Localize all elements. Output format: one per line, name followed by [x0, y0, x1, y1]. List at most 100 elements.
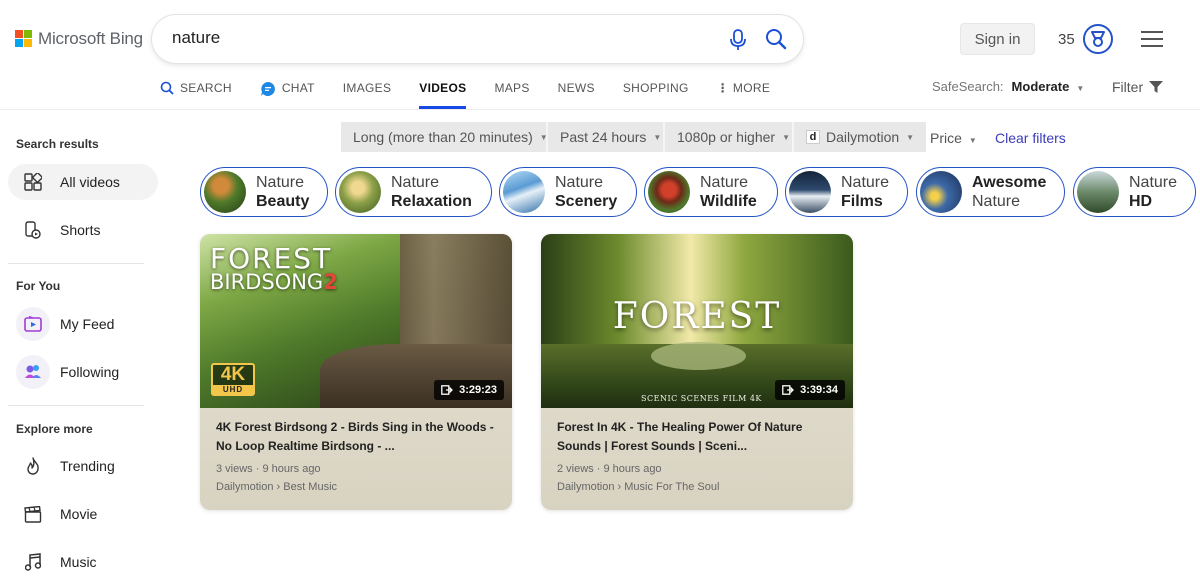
related-line2: Nature — [972, 193, 1021, 210]
tab-shopping[interactable]: SHOPPING — [623, 78, 689, 109]
video-title[interactable]: Forest In 4K - The Healing Power Of Natu… — [557, 418, 842, 456]
search-input[interactable] — [172, 28, 712, 48]
sidebar-item-label: Music — [60, 554, 97, 570]
video-thumbnail[interactable]: FOREST SCENIC SCENES FILM 4K 3:39:34 — [541, 234, 853, 408]
tab-search[interactable]: SEARCH — [160, 78, 232, 109]
related-chip-nature-scenery[interactable]: Nature Scenery — [499, 167, 637, 217]
microphone-icon[interactable] — [729, 29, 747, 51]
rewards-points[interactable]: 35 — [1058, 31, 1075, 48]
tab-label: SEARCH — [180, 81, 232, 95]
date-filter-dropdown[interactable]: Past 24 hours ▼ — [546, 122, 674, 152]
related-line1: Nature — [1129, 174, 1178, 191]
sidebar-item-all-videos[interactable]: All videos — [8, 164, 158, 200]
price-filter-label: Price — [930, 130, 962, 146]
related-thumbnail — [204, 171, 246, 213]
video-card[interactable]: FOREST SCENIC SCENES FILM 4K 3:39:34 For… — [541, 234, 853, 510]
video-thumbnail[interactable]: FOREST BIRDSONG2 4K UHD 3:29:23 — [200, 234, 512, 408]
flame-icon — [16, 449, 50, 483]
safesearch-value: Moderate — [1011, 79, 1070, 94]
sidebar-item-my-feed[interactable]: My Feed — [8, 306, 158, 342]
length-filter-value: Long (more than 20 minutes) — [353, 129, 533, 145]
sidebar-item-label: Movie — [60, 506, 98, 522]
sidebar-item-label: All videos — [60, 174, 120, 190]
chevron-down-icon: ▼ — [968, 136, 977, 145]
shorts-icon — [16, 213, 50, 247]
sidebar-item-movie[interactable]: Movie — [8, 496, 158, 532]
tab-maps[interactable]: MAPS — [494, 78, 529, 109]
tab-chat[interactable]: CHAT — [260, 78, 315, 109]
safesearch-dropdown[interactable]: SafeSearch: Moderate ▼ — [932, 79, 1084, 94]
video-meta: 2 views · 9 hours ago — [557, 463, 662, 475]
tab-more[interactable]: ⋮ MORE — [717, 78, 771, 109]
video-title[interactable]: 4K Forest Birdsong 2 - Birds Sing in the… — [216, 418, 501, 456]
related-line2: Scenery — [555, 193, 618, 210]
related-line2: Beauty — [256, 193, 310, 210]
related-line1: Nature — [555, 174, 604, 191]
music-note-icon — [16, 545, 50, 579]
tab-label: MORE — [732, 81, 771, 95]
sign-in-button[interactable]: Sign in — [960, 23, 1035, 55]
tab-images[interactable]: IMAGES — [343, 78, 391, 109]
sidebar-item-music[interactable]: Music — [8, 544, 158, 580]
video-meta: 3 views · 9 hours ago — [216, 463, 321, 475]
source-filter-dropdown[interactable]: d Dailymotion ▼ — [792, 122, 927, 152]
microsoft-logo-icon — [15, 30, 33, 48]
sidebar-item-trending[interactable]: Trending — [8, 448, 158, 484]
tab-videos[interactable]: VIDEOS — [419, 78, 467, 109]
external-link-icon — [441, 385, 453, 395]
hamburger-menu-icon[interactable] — [1141, 31, 1163, 47]
related-chip-awesome-nature[interactable]: Awesome Nature — [916, 167, 1065, 217]
related-chip-nature-films[interactable]: Nature Films — [785, 167, 908, 217]
video-card[interactable]: FOREST BIRDSONG2 4K UHD 3:29:23 4K Fores… — [200, 234, 512, 510]
thumbnail-caption: SCENIC SCENES FILM 4K — [641, 394, 762, 403]
video-duration: 3:39:34 — [775, 380, 845, 400]
related-chip-nature-beauty[interactable]: Nature Beauty — [200, 167, 328, 217]
tab-news[interactable]: NEWS — [558, 78, 595, 109]
clapperboard-icon — [16, 497, 50, 531]
following-icon — [16, 355, 50, 389]
tab-label: MAPS — [494, 81, 530, 95]
related-thumbnail — [920, 171, 962, 213]
thumbnail-subtitle: BIRDSONG2 — [210, 270, 338, 294]
related-line1: Nature — [700, 174, 749, 191]
video-source: Dailymotion › Best Music — [216, 481, 338, 493]
rewards-medal-icon[interactable] — [1082, 23, 1114, 55]
related-line2: Films — [841, 193, 883, 210]
sidebar-item-shorts[interactable]: Shorts — [8, 212, 158, 248]
related-chip-nature-wildlife[interactable]: Nature Wildlife — [644, 167, 778, 217]
clear-filters-link[interactable]: Clear filters — [995, 130, 1066, 146]
sidebar-divider — [8, 405, 144, 406]
filter-button[interactable]: Filter — [1112, 79, 1164, 95]
related-line1: Nature — [391, 174, 440, 191]
dailymotion-icon: d — [806, 130, 820, 144]
search-icon — [160, 81, 174, 95]
sidebar-item-label: Shorts — [60, 222, 101, 238]
tab-label: SHOPPING — [622, 81, 689, 95]
related-line1: Nature — [256, 174, 305, 191]
sidebar-divider — [8, 263, 144, 264]
related-thumbnail — [1077, 171, 1119, 213]
sidebar-heading-for-you: For You — [16, 279, 61, 293]
length-filter-dropdown[interactable]: Long (more than 20 minutes) ▼ — [341, 122, 560, 152]
video-source: Dailymotion › Music For The Soul — [557, 481, 720, 493]
bing-logo[interactable]: Microsoft Bing — [15, 29, 143, 49]
resolution-filter-dropdown[interactable]: 1080p or higher ▼ — [663, 122, 802, 152]
copilot-chat-icon — [260, 81, 276, 97]
search-box — [152, 15, 803, 63]
grid-icon — [16, 165, 50, 199]
chevron-down-icon: ▼ — [653, 132, 662, 142]
magnifier-icon[interactable] — [765, 28, 787, 50]
sidebar-heading-explore-more: Explore more — [16, 422, 93, 436]
source-filter-value: Dailymotion — [826, 129, 900, 145]
price-filter-dropdown[interactable]: Price ▼ — [930, 130, 977, 146]
related-chip-nature-hd[interactable]: Nature HD — [1073, 167, 1196, 217]
thumbnail-title: FOREST — [612, 296, 782, 337]
sidebar-item-following[interactable]: Following — [8, 354, 158, 390]
chevron-down-icon: ▼ — [782, 132, 790, 142]
sidebar-item-label: Following — [60, 364, 120, 380]
related-chip-nature-relaxation[interactable]: Nature Relaxation — [335, 167, 492, 217]
tab-label: IMAGES — [342, 81, 392, 95]
related-thumbnail — [503, 171, 545, 213]
sidebar-item-label: My Feed — [60, 316, 115, 332]
funnel-icon — [1149, 80, 1164, 93]
